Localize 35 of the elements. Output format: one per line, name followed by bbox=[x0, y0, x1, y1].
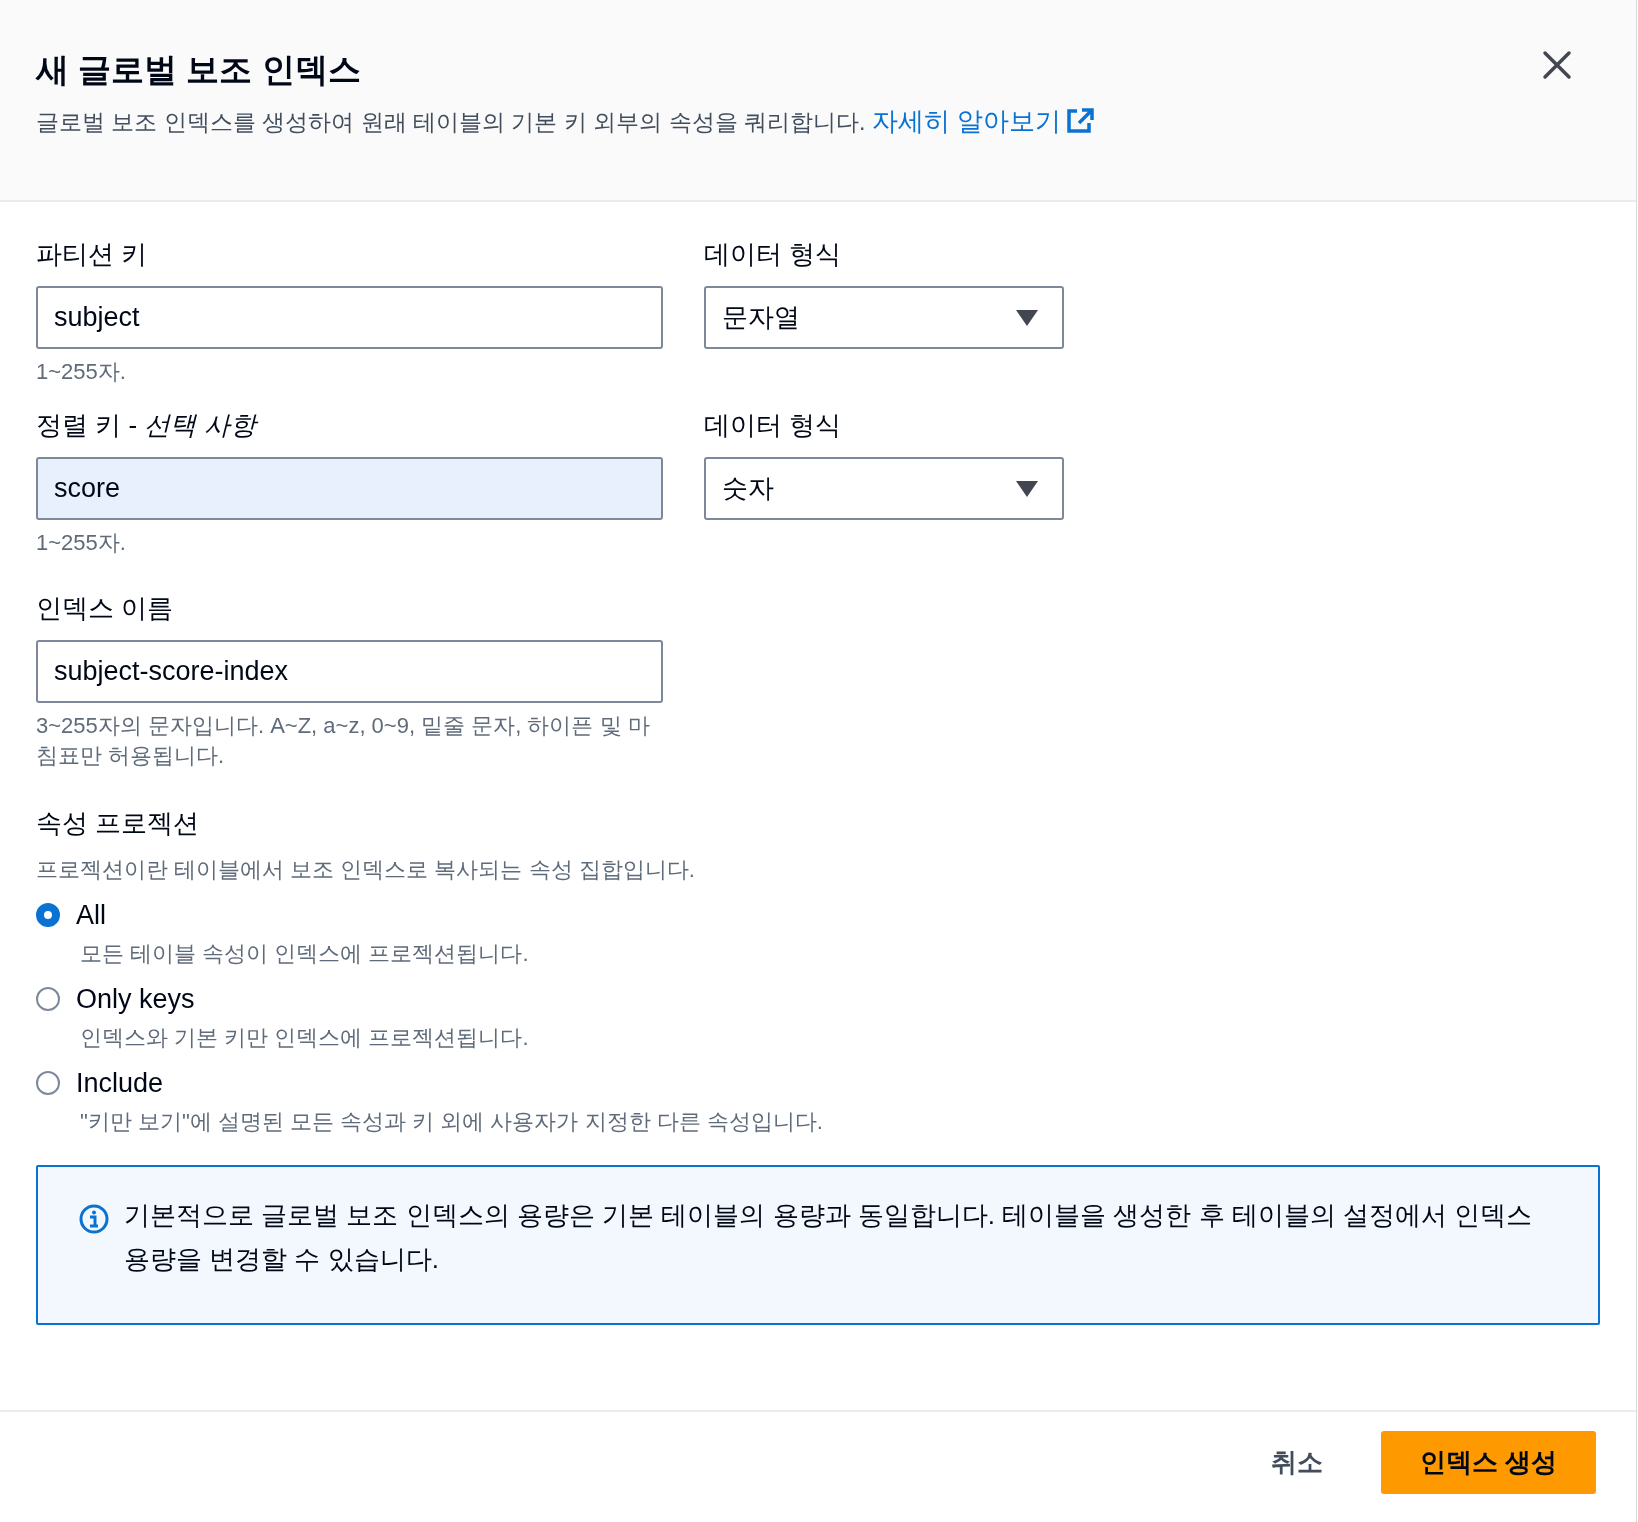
text-field[interactable]: score bbox=[36, 457, 663, 520]
option-label: All bbox=[76, 899, 106, 931]
type-dropdown[interactable]: 문자열 bbox=[704, 286, 1064, 349]
dialog-title: 새 글로벌 보조 인덱스 bbox=[36, 50, 361, 90]
field-label: 데이터 형식 bbox=[704, 409, 843, 442]
option-description: 모든 테이블 속성이 인덱스에 프로젝션됩니다. bbox=[80, 940, 530, 968]
close-icon bbox=[1542, 50, 1572, 80]
create-index-button[interactable]: 인덱스 생성 bbox=[1381, 1430, 1596, 1494]
helper-text: 3~255자의 문자입니다. A~Z, a~z, 0~9, 밑줄 문자, 하이픈 및 마침표만 허용됩니다. bbox=[36, 712, 651, 770]
info-text: 기본적으로 글로벌 보조 인덱스의 용량은 기본 테이블의 용량과 동일합니다. 테이블을 생성한 후 테이블의 설정에서 인덱스 용량을 변경할 수 있습니다. bbox=[124, 1199, 1534, 1276]
cancel-button[interactable]: 취소 bbox=[1253, 1434, 1341, 1490]
field-label: 데이터 형식 bbox=[704, 238, 843, 271]
radio-button[interactable] bbox=[36, 987, 60, 1011]
radio-button[interactable] bbox=[36, 903, 60, 927]
option-label: Only keys bbox=[76, 983, 195, 1015]
dropdown-caret-icon bbox=[1016, 309, 1038, 326]
field-label: 인덱스 이름 bbox=[36, 592, 175, 625]
text-field[interactable]: subject bbox=[36, 286, 663, 349]
section-description: 프로젝션이란 테이블에서 보조 인덱스로 복사되는 속성 집합입니다. bbox=[36, 856, 696, 884]
section-label: 속성 프로젝션 bbox=[36, 807, 201, 840]
helper-text: 1~255자. bbox=[36, 529, 127, 557]
option-description: "키만 보기"에 설명된 모든 속성과 키 외에 사용자가 지정한 다른 속성입니다. bbox=[80, 1108, 824, 1136]
learn-more-link[interactable]: 자세히 알아보기 bbox=[871, 104, 1095, 138]
option-description: 인덱스와 기본 키만 인덱스에 프로젝션됩니다. bbox=[80, 1024, 530, 1052]
dialog-description: 글로벌 보조 인덱스를 생성하여 원래 테이블의 기본 키 외부의 속성을 쿼리합니다. 자세히 알아보기 bbox=[36, 104, 1600, 139]
radio-button[interactable] bbox=[36, 1071, 60, 1095]
type-dropdown[interactable]: 숫자 bbox=[704, 457, 1064, 520]
helper-text: 1~255자. bbox=[36, 358, 127, 386]
text-field[interactable]: subject-score-index bbox=[36, 640, 663, 703]
dropdown-caret-icon bbox=[1016, 480, 1038, 497]
external-link-icon bbox=[1064, 107, 1095, 135]
field-label: 정렬 키 - 선택 사항 bbox=[36, 407, 663, 443]
info-icon bbox=[78, 1203, 110, 1235]
field-label: 파티션 키 bbox=[36, 238, 149, 271]
option-label: Include bbox=[76, 1067, 164, 1099]
